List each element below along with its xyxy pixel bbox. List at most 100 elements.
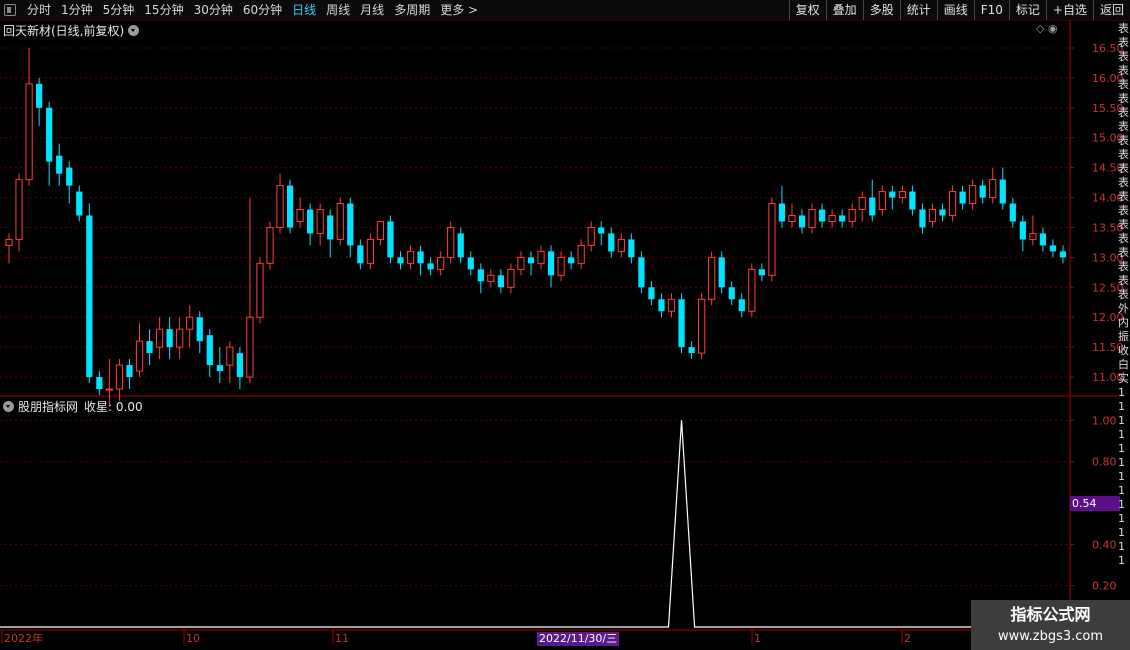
candle-body-up: [105, 388, 114, 391]
right-strip-char: 表: [1118, 78, 1129, 91]
candle-body-down: [66, 167, 73, 186]
candle-body-down: [728, 287, 735, 300]
right-strip-char: 表: [1118, 162, 1129, 175]
right-strip-char: 1: [1118, 554, 1125, 567]
candle-body-up: [878, 191, 886, 211]
right-strip-char: 表: [1118, 22, 1129, 35]
right-strip-char: 表: [1118, 190, 1129, 203]
candle-body-up: [276, 185, 284, 228]
candle-body-up: [928, 209, 937, 222]
candle-body-down: [547, 251, 555, 276]
candle-body-up: [406, 250, 415, 264]
candle-body-up: [768, 203, 776, 276]
candle-body-down: [357, 245, 364, 264]
candle-body-down: [818, 209, 826, 222]
candle-body-up: [296, 209, 304, 222]
candle-body-up: [898, 191, 906, 199]
indicator-tick-label: 0.80: [1092, 456, 1117, 469]
candle-body-up: [517, 256, 525, 270]
candle-body-down: [999, 179, 1006, 204]
cursor-date-label: 2022/11/30/三: [537, 632, 620, 646]
candle-body-down: [236, 353, 243, 378]
right-strip-char: 表: [1118, 106, 1129, 119]
candle-body-up: [948, 191, 957, 216]
right-strip-char: 表: [1118, 274, 1129, 287]
candle-body-down: [1009, 203, 1016, 222]
candle-body-down: [658, 299, 665, 312]
candle-body-down: [457, 233, 464, 258]
time-tick-label: 1: [754, 632, 761, 645]
right-strip-char: 表: [1118, 232, 1129, 245]
candle-body-down: [798, 215, 806, 228]
candle-body-up: [577, 244, 585, 264]
right-strip-char: 收: [1118, 344, 1129, 357]
candle-body-up: [115, 364, 124, 390]
candle-body-down: [467, 257, 474, 270]
right-strip-char: 1: [1118, 526, 1125, 539]
time-tick-label: 10: [186, 632, 200, 645]
candle-body-down: [1059, 251, 1067, 258]
candle-body-up: [808, 209, 816, 228]
candle-body-down: [196, 317, 203, 342]
right-strip-char: 表: [1118, 64, 1129, 77]
candle-body-up: [587, 226, 595, 246]
right-strip-char: 表: [1118, 260, 1129, 273]
candle-body-down: [738, 299, 745, 312]
candle-body-down: [86, 215, 93, 378]
watermark-title: 指标公式网: [1010, 605, 1091, 624]
right-strip-char: 1: [1118, 456, 1125, 469]
kline-chart[interactable]: 16.5016.0015.5015.0014.5014.0013.5013.00…: [0, 0, 1130, 650]
candle-body-down: [1049, 245, 1057, 252]
candle-body-down: [648, 287, 655, 300]
indicator-tick-label: 1.00: [1092, 414, 1117, 427]
right-strip-char: 外: [1118, 302, 1129, 315]
candle-body-up: [507, 268, 515, 288]
indicator-line: [0, 420, 1070, 628]
indicator-tick-label: 0.40: [1092, 538, 1117, 551]
candle-body-up: [366, 238, 374, 264]
watermark-url: www.zbgs3.com: [997, 629, 1104, 644]
candle-body-down: [307, 209, 314, 234]
candle-body-down: [206, 335, 213, 366]
candle-body-up: [557, 256, 565, 276]
candle-body-up: [256, 262, 264, 318]
right-strip-char: 表: [1118, 134, 1129, 147]
candle-body-up: [266, 226, 274, 264]
candle-body-down: [608, 233, 615, 252]
candle-body-down: [839, 215, 846, 222]
candle-body-up: [437, 256, 445, 270]
watermark: 指标公式网 www.zbgs3.com: [971, 600, 1130, 650]
candle-body-down: [568, 257, 575, 264]
candle-body-down: [126, 365, 133, 378]
candle-body-down: [1019, 221, 1026, 240]
right-strip-char: 表: [1118, 36, 1129, 49]
candle-body-up: [246, 316, 254, 378]
candle-body-down: [628, 239, 635, 258]
candle-body-up: [848, 209, 856, 222]
candle-body-down: [889, 191, 896, 198]
candle-body-down: [688, 347, 695, 354]
right-strip-char: 表: [1118, 92, 1129, 105]
candle-body-up: [788, 214, 796, 222]
right-strip-char: 表: [1118, 120, 1129, 133]
candle-body-down: [347, 203, 354, 246]
right-strip-char: 白: [1118, 358, 1129, 371]
candle-body-down: [718, 257, 725, 288]
candle-body-up: [336, 203, 344, 240]
right-info-strip: 表表表表表表表表表表表表表表表表表表表表外内振收白实1111111111111: [1118, 22, 1130, 622]
indicator-tick-label: 0.20: [1092, 580, 1117, 593]
candle-body-up: [186, 316, 194, 330]
candle-body-up: [698, 298, 706, 354]
right-strip-char: 1: [1118, 540, 1125, 553]
right-strip-char: 表: [1118, 246, 1129, 259]
candle-body-up: [617, 238, 625, 252]
candle-body-down: [397, 257, 404, 264]
right-strip-char: 1: [1118, 470, 1125, 483]
right-strip-char: 1: [1118, 428, 1125, 441]
right-strip-char: 表: [1118, 148, 1129, 161]
right-strip-char: 1: [1118, 484, 1125, 497]
candle-body-down: [427, 263, 434, 270]
candle-body-down: [76, 191, 83, 216]
right-strip-char: 表: [1118, 204, 1129, 217]
candle-body-down: [598, 227, 605, 234]
